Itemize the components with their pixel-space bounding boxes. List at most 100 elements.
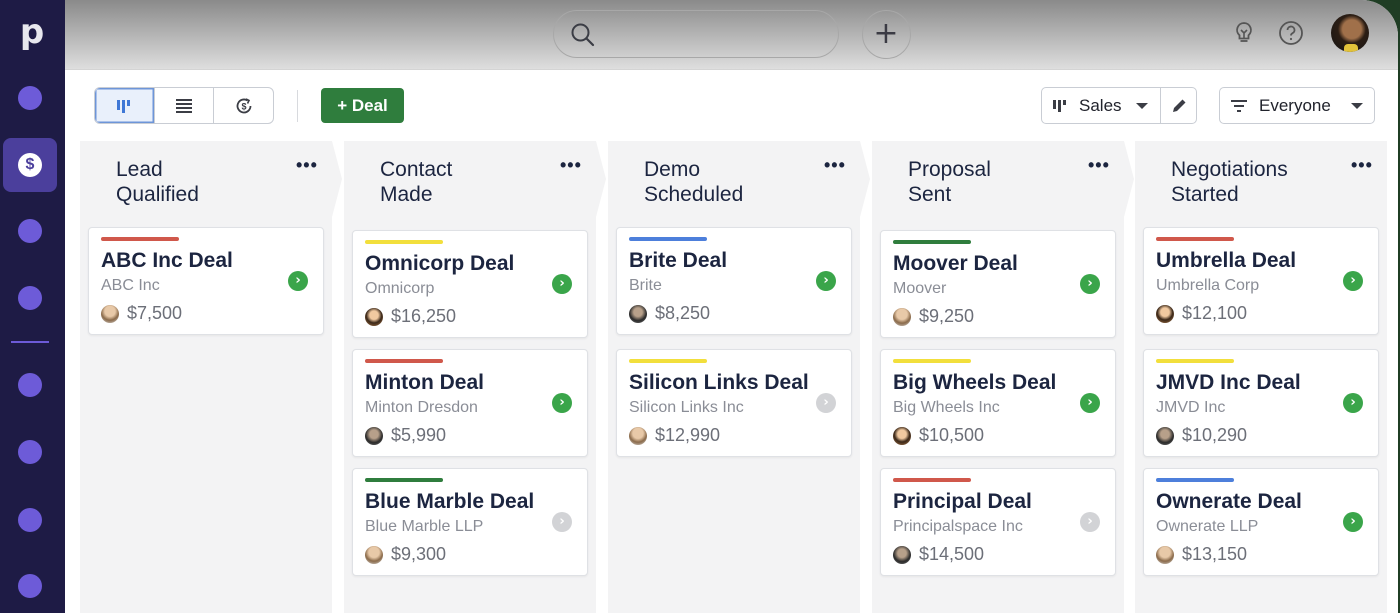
owner-avatar	[893, 427, 911, 445]
list-icon	[176, 98, 192, 113]
deal-organization: Moover	[893, 280, 947, 297]
deal-value: $14,500	[919, 544, 985, 564]
stage-title: Proposal Sent	[908, 158, 991, 206]
stage-menu-button[interactable]: •••	[560, 155, 582, 176]
deal-card[interactable]: Blue Marble Deal Blue Marble LLP $9,300 ›	[352, 468, 588, 576]
next-activity-icon[interactable]: ›	[1080, 512, 1100, 532]
deal-card[interactable]: ABC Inc Deal ABC Inc $7,500 ›	[88, 227, 324, 335]
deal-card[interactable]: Umbrella Deal Umbrella Corp $12,100 ›	[1143, 227, 1379, 335]
stage-title: Lead Qualified	[116, 158, 199, 206]
add-deal-button[interactable]: + Deal	[321, 88, 404, 123]
owner-avatar	[365, 427, 383, 445]
next-activity-icon[interactable]: ›	[552, 393, 572, 413]
deal-organization: Ownerate LLP	[1156, 518, 1259, 535]
sidebar-divider	[11, 341, 49, 343]
pipeline-view-button[interactable]	[95, 88, 155, 123]
deal-organization: Umbrella Corp	[1156, 277, 1260, 294]
sidebar-item-deals[interactable]: $	[3, 138, 57, 192]
pipeline-select-label: Sales	[1079, 96, 1122, 115]
sidebar-item-6[interactable]	[18, 440, 42, 464]
next-activity-icon[interactable]: ›	[552, 274, 572, 294]
deal-value: $9,250	[919, 306, 975, 326]
pipeline-select[interactable]: Sales	[1041, 87, 1197, 124]
deal-card[interactable]: Principal Deal Principalspace Inc $14,500 ›	[880, 468, 1116, 576]
next-activity-icon[interactable]: ›	[552, 512, 572, 532]
deal-value: $13,150	[1182, 544, 1248, 564]
next-activity-icon[interactable]: ›	[816, 271, 836, 291]
next-activity-icon[interactable]: ›	[1343, 512, 1363, 532]
stage-title: Contact Made	[380, 158, 453, 206]
deal-card[interactable]: JMVD Inc Deal JMVD Inc $10,290 ›	[1143, 349, 1379, 457]
deal-card[interactable]: Omnicorp Deal Omnicorp $16,250 ›	[352, 230, 588, 338]
edit-pipeline-icon[interactable]	[1171, 97, 1188, 114]
owner-avatar	[1156, 427, 1174, 445]
deal-label-bar	[365, 240, 443, 244]
deal-organization: JMVD Inc	[1156, 399, 1226, 416]
owner-filter-label: Everyone	[1259, 96, 1331, 115]
next-activity-icon[interactable]: ›	[1080, 393, 1100, 413]
deal-organization: Brite	[629, 277, 662, 294]
help-icon[interactable]	[1278, 20, 1304, 46]
deal-label-bar	[893, 359, 971, 363]
sidebar: p $	[0, 0, 65, 613]
deal-title: Big Wheels Deal	[893, 371, 1057, 394]
sidebar-item-4[interactable]	[18, 286, 42, 310]
deal-label-bar	[1156, 478, 1234, 482]
search-input[interactable]	[553, 10, 839, 58]
owner-avatar	[629, 427, 647, 445]
deal-value: $5,990	[391, 425, 447, 445]
lightbulb-icon[interactable]	[1231, 20, 1257, 46]
deal-label-bar	[629, 237, 707, 241]
deal-label-bar	[893, 240, 971, 244]
stage-menu-button[interactable]: •••	[296, 155, 318, 176]
deal-value: $9,300	[391, 544, 447, 564]
next-activity-icon[interactable]: ›	[1343, 271, 1363, 291]
deal-card[interactable]: Minton Deal Minton Dresdon $5,990 ›	[352, 349, 588, 457]
deal-label-bar	[629, 359, 707, 363]
deal-card[interactable]: Silicon Links Deal Silicon Links Inc $12,9…	[616, 349, 852, 457]
deal-organization: Big Wheels Inc	[893, 399, 1000, 416]
search-icon	[571, 23, 595, 47]
toolbar-divider	[297, 90, 298, 122]
sidebar-item-8[interactable]	[18, 574, 42, 598]
top-bar: +	[65, 0, 1398, 70]
stage-menu-button[interactable]: •••	[1088, 155, 1110, 176]
forecast-view-button[interactable]: $	[214, 88, 273, 123]
svg-text:$: $	[241, 101, 246, 111]
deal-value: $10,500	[919, 425, 985, 445]
deal-title: Principal Deal	[893, 490, 1032, 513]
sidebar-item-5[interactable]	[18, 373, 42, 397]
list-view-button[interactable]	[155, 88, 215, 123]
deal-value: $16,250	[391, 306, 457, 326]
user-avatar[interactable]	[1331, 14, 1369, 52]
pipedrive-logo[interactable]: p	[17, 12, 47, 52]
stage-menu-button[interactable]: •••	[824, 155, 846, 176]
deal-title: Omnicorp Deal	[365, 252, 515, 275]
owner-filter-select[interactable]: Everyone	[1219, 87, 1375, 124]
next-activity-icon[interactable]: ›	[1080, 274, 1100, 294]
owner-avatar	[365, 546, 383, 564]
next-activity-icon[interactable]: ›	[816, 393, 836, 413]
deal-card[interactable]: Big Wheels Deal Big Wheels Inc $10,500 ›	[880, 349, 1116, 457]
chevron-down-icon	[1136, 103, 1148, 109]
deal-card[interactable]: Brite Deal Brite $8,250 ›	[616, 227, 852, 335]
owner-avatar	[629, 305, 647, 323]
sidebar-item-3[interactable]	[18, 219, 42, 243]
sidebar-item-7[interactable]	[18, 508, 42, 532]
deal-card[interactable]: Moover Deal Moover $9,250 ›	[880, 230, 1116, 338]
stage-column	[80, 141, 332, 613]
deal-card[interactable]: Ownerate Deal Ownerate LLP $13,150 ›	[1143, 468, 1379, 576]
quick-add-button[interactable]: +	[862, 10, 911, 59]
deal-value: $7,500	[127, 303, 183, 323]
view-switcher: $	[94, 87, 274, 124]
deal-title: ABC Inc Deal	[101, 249, 233, 272]
deal-organization: Omnicorp	[365, 280, 435, 297]
next-activity-icon[interactable]: ›	[1343, 393, 1363, 413]
kanban-icon	[117, 99, 131, 113]
stage-menu-button[interactable]: •••	[1351, 155, 1373, 176]
deal-value: $12,990	[655, 425, 721, 445]
forecast-dollar-icon: $	[236, 97, 252, 113]
deal-label-bar	[1156, 359, 1234, 363]
next-activity-icon[interactable]: ›	[288, 271, 308, 291]
sidebar-item-1[interactable]	[18, 86, 42, 110]
